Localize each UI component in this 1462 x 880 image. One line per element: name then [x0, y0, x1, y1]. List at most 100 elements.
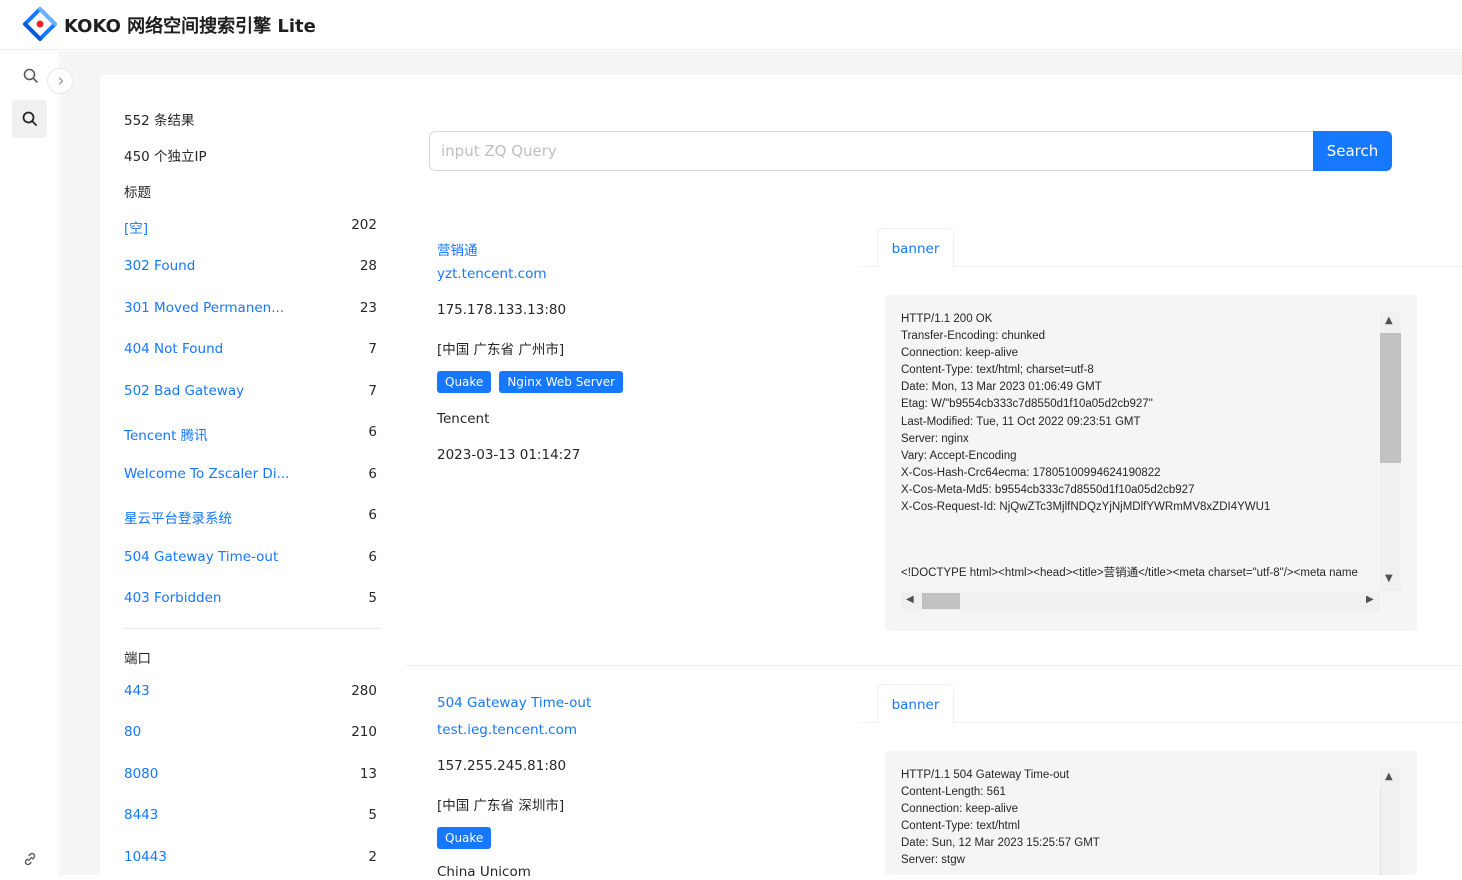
facet-label: 404 Not Found	[124, 341, 224, 357]
facet-count: 28	[359, 258, 377, 274]
facet-label: Tencent 腾讯	[124, 428, 208, 444]
result-tags: Quake	[437, 827, 499, 849]
result-location: [中国 广东省 深圳市]	[437, 798, 565, 814]
facet-item-title[interactable]: Tencent 腾讯 6	[124, 424, 380, 444]
facet-label: 10443	[124, 849, 167, 865]
search-icon[interactable]	[22, 67, 40, 85]
app-header: KOKO 网络空间搜索引擎 Lite	[0, 0, 1462, 50]
banner-tabbar: banner	[860, 684, 1462, 724]
link-icon[interactable]	[22, 851, 38, 867]
banner-line	[901, 516, 1379, 533]
unique-ip-count: 450 个独立IP	[124, 149, 207, 165]
facet-item-port[interactable]: 8443 5	[124, 807, 380, 827]
rail-item-search[interactable]	[12, 100, 47, 138]
facet-heading-title: 标题	[124, 185, 151, 201]
facet-label: [空]	[124, 221, 149, 237]
facet-count: 2	[368, 849, 377, 865]
facet-count: 7	[368, 383, 377, 399]
result-tags: Quake Nginx Web Server	[437, 371, 631, 393]
facet-label: 80	[124, 724, 142, 740]
facet-item-title[interactable]: 504 Gateway Time-out 6	[124, 549, 380, 569]
banner-line: HTTP/1.1 200 OK	[901, 313, 993, 325]
scroll-down-icon[interactable]: ▼	[1385, 573, 1393, 584]
scroll-right-icon[interactable]: ▶	[1366, 594, 1374, 605]
result-time: 2023-03-13 01:14:27	[437, 447, 581, 463]
facet-item-port[interactable]: 443 280	[124, 683, 380, 703]
scroll-left-icon[interactable]: ◀	[906, 594, 914, 605]
banner-text: HTTP/1.1 504 Gateway Time-out Content-Le…	[901, 767, 1379, 875]
tab-banner[interactable]: banner	[877, 228, 954, 268]
facet-item-port[interactable]: 8080 13	[124, 766, 380, 786]
koko-logo-icon	[23, 7, 57, 41]
facet-label: 8443	[124, 807, 159, 823]
facet-count: 210	[351, 724, 377, 740]
banner-line: <!DOCTYPE html><html><head><title>营销通</t…	[901, 567, 1358, 580]
search-button[interactable]: Search	[1313, 131, 1392, 171]
banner-line: Connection: keep-alive	[901, 803, 1018, 816]
horizontal-scrollbar[interactable]: ◀ ▶	[901, 591, 1380, 611]
facet-item-title[interactable]: 301 Moved Permanen... 23	[124, 300, 380, 320]
facet-count: 5	[368, 590, 377, 606]
facet-label: 8080	[124, 766, 159, 782]
banner-line: Last-Modified: Tue, 11 Oct 2022 09:23:51…	[901, 415, 1141, 428]
banner-panel: HTTP/1.1 504 Gateway Time-out Content-Le…	[885, 751, 1417, 875]
chevron-right-icon	[58, 77, 64, 85]
facet-item-title[interactable]: 404 Not Found 7	[124, 341, 380, 361]
facet-count: 7	[368, 341, 377, 357]
facet-item-title[interactable]: 502 Bad Gateway 7	[124, 383, 380, 403]
result-count: 552 条结果	[124, 113, 195, 129]
banner-viewer[interactable]: HTTP/1.1 504 Gateway Time-out Content-Le…	[901, 767, 1401, 875]
banner-line: X-Cos-Request-Id: NjQwZTc3MjlfNDQzYjNjMD…	[901, 501, 1271, 514]
facet-divider	[124, 628, 380, 629]
facet-count: 6	[368, 466, 377, 482]
banner-viewer[interactable]: HTTP/1.1 200 OK Transfer-Encoding: chunk…	[901, 311, 1401, 611]
facet-item-port[interactable]: 10443 2	[124, 849, 380, 869]
banner-line: X-Cos-Hash-Crc64ecma: 178051009946241908…	[901, 466, 1161, 479]
banner-line: Server: nginx	[901, 432, 969, 445]
facet-label: 502 Bad Gateway	[124, 383, 245, 399]
facet-item-title[interactable]: Welcome To Zscaler Di... 6	[124, 466, 380, 486]
facet-count: 202	[351, 217, 377, 233]
result-title-link[interactable]: 504 Gateway Time-out	[437, 695, 591, 711]
banner-line: Date: Mon, 13 Mar 2023 01:06:49 GMT	[901, 381, 1102, 394]
banner-line: Server: stgw	[901, 854, 965, 867]
facet-heading-port: 端口	[124, 651, 151, 667]
banner-line: X-Cos-Meta-Md5: b9554cb333c7d8550d1f10a0…	[901, 483, 1195, 496]
facet-label: 302 Found	[124, 258, 196, 274]
facet-label: 443	[124, 683, 150, 699]
facet-item-title[interactable]: 403 Forbidden 5	[124, 590, 380, 610]
vertical-scrollbar[interactable]: ▲	[1380, 767, 1401, 875]
result-card: 504 Gateway Time-out test.ieg.tencent.co…	[405, 684, 1462, 880]
facet-label: 星云平台登录系统	[124, 511, 232, 527]
vertical-scrollbar[interactable]: ▲ ▼	[1380, 311, 1401, 591]
banner-line: Connection: keep-alive	[901, 347, 1018, 360]
result-address: 175.178.133.13:80	[437, 302, 567, 318]
facet-count: 6	[368, 549, 377, 565]
result-domain-link[interactable]: yzt.tencent.com	[437, 266, 547, 282]
side-rail	[0, 51, 60, 875]
result-org: China Unicom	[437, 864, 531, 880]
facet-item-title[interactable]: 星云平台登录系统 6	[124, 507, 380, 527]
search-icon	[22, 111, 37, 126]
scrollbar-thumb[interactable]	[922, 593, 960, 609]
tag-badge: Quake	[437, 827, 492, 849]
scrollbar-thumb[interactable]	[1380, 789, 1401, 875]
tab-banner[interactable]: banner	[877, 684, 954, 724]
banner-line: HTTP/1.1 504 Gateway Time-out	[901, 769, 1070, 781]
banner-text: HTTP/1.1 200 OK Transfer-Encoding: chunk…	[901, 311, 1379, 591]
banner-tabbar: banner	[860, 228, 1462, 268]
query-input[interactable]	[429, 131, 1314, 171]
facet-item-port[interactable]: 80 210	[124, 724, 380, 744]
scroll-up-icon[interactable]: ▲	[1385, 315, 1393, 326]
facet-count: 280	[351, 683, 377, 699]
scrollbar-thumb[interactable]	[1380, 333, 1401, 463]
result-domain-link[interactable]: test.ieg.tencent.com	[437, 722, 577, 738]
facet-item-title[interactable]: 302 Found 28	[124, 258, 380, 278]
banner-line: Content-Length: 561	[901, 786, 1006, 799]
facet-count: 6	[368, 507, 377, 523]
facet-count: 6	[368, 424, 377, 440]
result-title-link[interactable]: 营销通	[437, 239, 478, 259]
sidebar-collapse-button[interactable]	[47, 68, 73, 94]
scroll-up-icon[interactable]: ▲	[1385, 771, 1393, 782]
facet-item-title[interactable]: [空] 202	[124, 217, 380, 237]
